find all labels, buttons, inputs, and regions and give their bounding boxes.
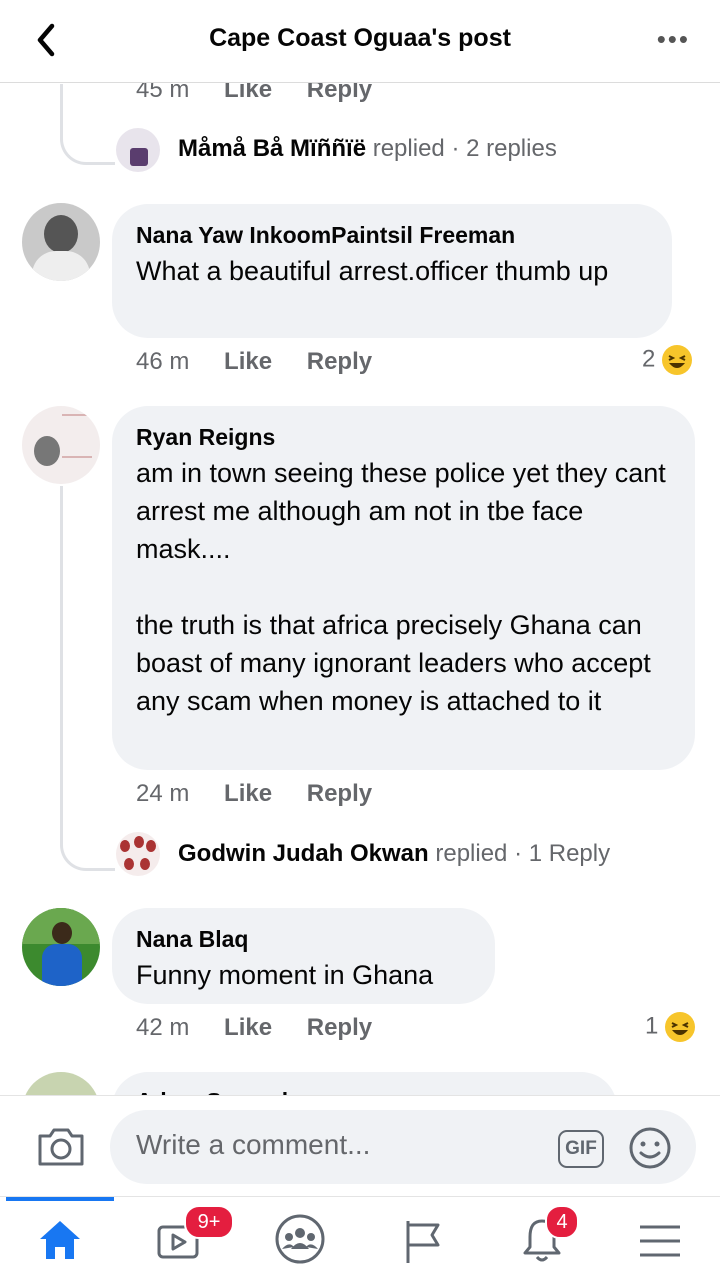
comment-bubble: Nana Yaw InkoomPaintsil Freeman What a b…	[112, 204, 672, 338]
top-bar: Cape Coast Oguaa's post •••	[0, 0, 720, 83]
reply-button[interactable]: Reply	[307, 780, 372, 807]
reply-count: · 1 Reply	[514, 840, 611, 867]
avatar[interactable]	[22, 908, 100, 986]
laugh-emoji-icon	[662, 345, 693, 375]
reaction-count: 1	[645, 1012, 659, 1040]
emoji-icon[interactable]	[628, 1126, 672, 1170]
replier-name: Godwin Judah Okwan	[178, 840, 429, 867]
reaction-summary[interactable]: 2	[642, 345, 693, 375]
avatar[interactable]	[22, 203, 100, 281]
reaction-count: 2	[642, 345, 656, 373]
thread-line	[60, 486, 115, 871]
avatar	[116, 128, 160, 172]
reaction-summary[interactable]: 1	[645, 1012, 696, 1042]
page-title: Cape Coast Oguaa's post	[209, 24, 511, 52]
bottom-nav: 9+ 4	[0, 1196, 720, 1281]
camera-icon[interactable]	[36, 1124, 86, 1168]
notifications-badge: 4	[545, 1205, 579, 1239]
avatar[interactable]	[22, 406, 100, 484]
reply-count: · 2 replies	[451, 135, 557, 162]
menu-hamburger-icon[interactable]	[638, 1221, 682, 1261]
comment-time: 42 m	[136, 1014, 190, 1041]
comment-author[interactable]: Nana Blaq	[136, 926, 248, 953]
comment-composer: Write a comment... GIF	[0, 1095, 720, 1196]
like-button[interactable]: Like	[224, 780, 272, 807]
view-replies-link[interactable]: Måmå Bå Mïññïë replied · 2 replies	[178, 135, 557, 163]
pages-flag-icon[interactable]	[400, 1217, 444, 1265]
groups-icon[interactable]	[274, 1213, 326, 1265]
watch-badge: 9+	[184, 1205, 234, 1239]
comment-bubble: Ryan Reigns am in town seeing these poli…	[112, 406, 695, 770]
view-replies-link[interactable]: Godwin Judah Okwan replied · 1 Reply	[178, 840, 610, 868]
comment-placeholder: Write a comment...	[136, 1129, 371, 1160]
like-button[interactable]: Like	[224, 348, 272, 375]
thread-line	[60, 84, 115, 165]
comment-meta: 46 m Like Reply	[136, 348, 372, 376]
comment-author[interactable]: Nana Yaw InkoomPaintsil Freeman	[136, 222, 515, 249]
comment-input[interactable]: Write a comment... GIF	[110, 1110, 696, 1184]
comment-time: 46 m	[136, 348, 190, 375]
like-button[interactable]: Like	[224, 1014, 272, 1041]
comment-author[interactable]: Ryan Reigns	[136, 424, 275, 451]
laugh-emoji-icon	[665, 1012, 696, 1042]
avatar	[116, 832, 160, 876]
comment-time: 24 m	[136, 780, 190, 807]
comment-meta: 24 m Like Reply	[136, 780, 372, 808]
more-options-icon[interactable]: •••	[657, 24, 690, 55]
replied-word: replied	[372, 135, 445, 162]
home-icon[interactable]	[36, 1217, 84, 1261]
comment-text: What a beautiful arrest.officer thumb up	[136, 256, 609, 286]
replied-word: replied	[435, 840, 508, 867]
comment-text: Funny moment in Ghana	[136, 960, 434, 990]
reply-button[interactable]: Reply	[307, 1014, 372, 1041]
replier-name: Måmå Bå Mïññïë	[178, 135, 367, 162]
active-tab-indicator	[6, 1197, 114, 1201]
comment-bubble: Nana Blaq Funny moment in Ghana	[112, 908, 495, 1004]
comment-meta: 42 m Like Reply	[136, 1014, 372, 1042]
gif-button[interactable]: GIF	[558, 1130, 604, 1168]
reply-button[interactable]: Reply	[307, 348, 372, 375]
comment-text: am in town seeing these police yet they …	[136, 458, 666, 716]
